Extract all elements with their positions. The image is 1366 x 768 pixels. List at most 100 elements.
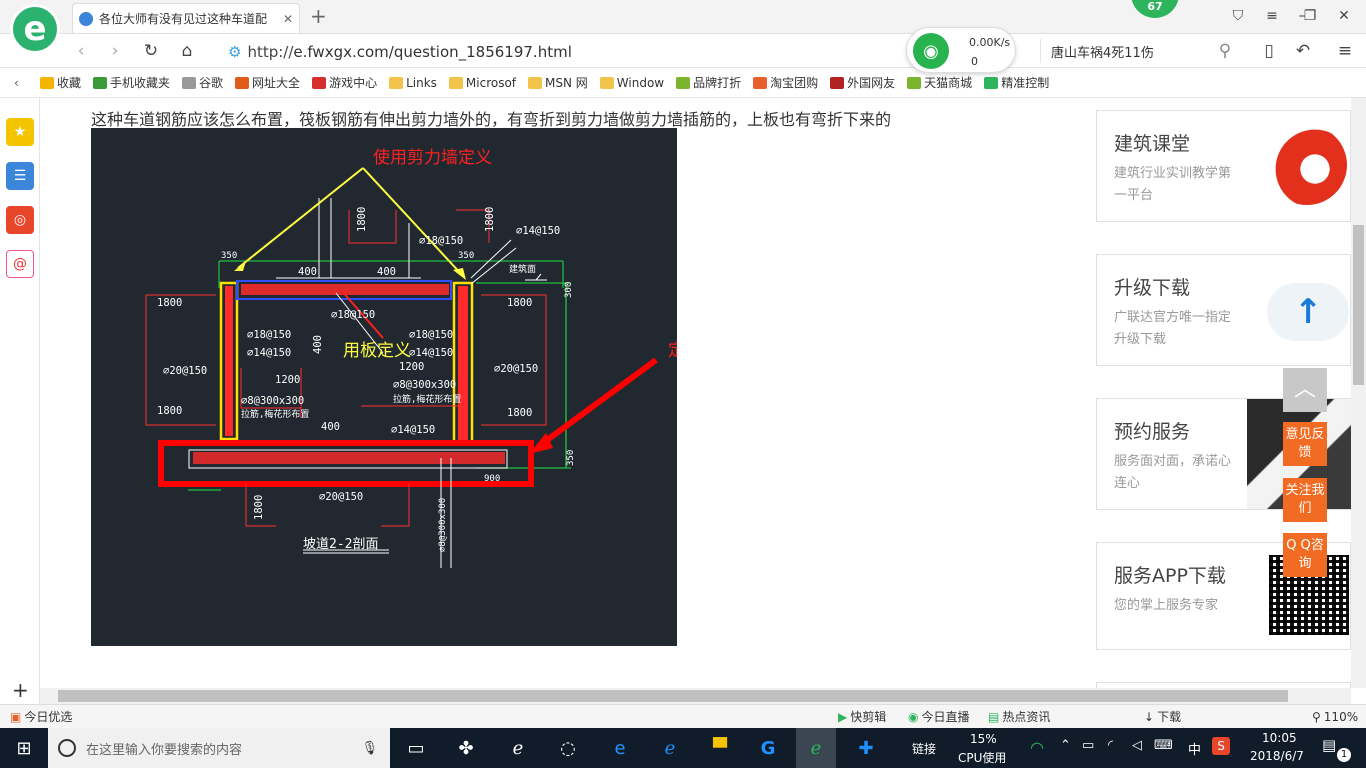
wifi-tray-icon[interactable]: ◠ xyxy=(1030,738,1044,757)
bookmark-label: 淘宝团购 xyxy=(770,76,819,90)
cpu-label: CPU使用 xyxy=(958,751,1007,765)
menu-icon[interactable]: ≡ xyxy=(1262,6,1282,26)
edge-icon[interactable]: e xyxy=(600,728,640,768)
card-building-class[interactable]: 建筑课堂 建筑行业实训教学第一平台 xyxy=(1096,110,1351,222)
notification-icon[interactable]: ▤ xyxy=(1322,736,1336,754)
live-icon: ◉ xyxy=(908,709,919,724)
qq-consult-button[interactable]: Q Q咨询 xyxy=(1283,533,1327,577)
add-sidebar-icon[interactable]: + xyxy=(12,678,29,702)
refresh-icon[interactable]: ↻ xyxy=(140,41,162,61)
home-icon[interactable]: ⌂ xyxy=(176,41,198,61)
vertical-scrollbar[interactable] xyxy=(1351,98,1366,688)
task-view-icon[interactable]: ▭ xyxy=(396,728,436,768)
status-label: 快剪辑 xyxy=(850,710,887,724)
browser-e-icon[interactable]: ℯ xyxy=(498,728,538,768)
search-box[interactable]: 唐山车祸4死11伤 xyxy=(1040,39,1240,63)
annotation-wall: 使用剪力墙定义 xyxy=(373,147,492,168)
bookmark-item[interactable]: Window xyxy=(599,76,664,90)
forward-icon[interactable]: › xyxy=(104,41,126,61)
back-icon[interactable]: ‹ xyxy=(70,41,92,61)
phone-icon[interactable]: ▯ xyxy=(1258,41,1280,61)
more-menu-icon[interactable]: ≡ xyxy=(1334,41,1356,61)
speed-count: 0 xyxy=(971,55,978,68)
bookmark-item[interactable]: 游戏中心 xyxy=(312,74,377,91)
rebar-label: ⌀8@300x300 xyxy=(241,395,304,407)
network-speed-widget[interactable]: ◉ 0.00K/s 0 xyxy=(906,27,1016,73)
undo-icon[interactable]: ↶ xyxy=(1292,41,1314,61)
restore-button[interactable]: ❐ xyxy=(1300,6,1320,26)
card-upgrade-download[interactable]: 升级下载 广联达官方唯一指定升级下载 ↑ xyxy=(1096,254,1351,366)
horizontal-scroll-thumb[interactable] xyxy=(58,690,1288,702)
bookmark-item[interactable]: 天猫商城 xyxy=(907,74,972,91)
bookmark-item[interactable]: 淘宝团购 xyxy=(753,74,818,91)
bookmark-item[interactable]: 手机收藏夹 xyxy=(93,74,170,91)
bookmark-item[interactable]: 外国网友 xyxy=(830,74,895,91)
dim-label: 1800 xyxy=(253,495,265,520)
question-text: 这种车道钢筋应该怎么布置，筏板钢筋有伸出剪力墙外的，有弯折到剪力墙做剪力墙插筋的… xyxy=(91,110,892,129)
shirt-icon[interactable]: ⛉ xyxy=(1228,6,1248,26)
status-item-live[interactable]: ◉ 今日直播 xyxy=(908,708,970,725)
swirl-app-icon[interactable]: ◌ xyxy=(548,728,588,768)
bookmark-item[interactable]: Microsof xyxy=(448,75,517,90)
bookmark-icon xyxy=(907,76,922,89)
glodon-app-icon[interactable]: G xyxy=(748,728,788,768)
annotation-slab: 用板定义 xyxy=(343,341,411,361)
dim-label: 400 xyxy=(312,335,324,354)
status-item-download[interactable]: ↓ 下载 xyxy=(1144,708,1181,725)
notification-badge[interactable]: 67 xyxy=(1131,0,1179,18)
bookmarks-back-icon[interactable]: ‹ xyxy=(14,76,19,90)
bookmark-label: Microsof xyxy=(465,75,517,90)
ime-label[interactable]: 中 xyxy=(1188,739,1201,758)
taskbar-link-label[interactable]: 链接 xyxy=(912,740,936,757)
bookmark-item[interactable]: 网址大全 xyxy=(235,74,300,91)
bookmark-item[interactable]: 谷歌 xyxy=(182,74,223,91)
rebar-label: ⌀14@150 xyxy=(247,347,291,359)
close-window-button[interactable]: ✕ xyxy=(1334,6,1354,26)
file-explorer-icon[interactable]: ▀ xyxy=(700,728,740,768)
browser-tab[interactable]: 各位大师有没有见过这种车道配 ✕ xyxy=(72,3,300,33)
tab-favicon-icon xyxy=(79,11,93,26)
ie-icon[interactable]: ℯ xyxy=(650,728,690,768)
fan-app-icon[interactable]: ✤ xyxy=(446,728,486,768)
vertical-scroll-thumb[interactable] xyxy=(1353,225,1364,385)
mail-icon[interactable]: @ xyxy=(6,250,34,278)
status-item-kuaijianji[interactable]: ▶ 快剪辑 xyxy=(838,708,886,725)
feedback-button[interactable]: 意见反馈 xyxy=(1283,422,1327,466)
clock-date[interactable]: 2018/6/7 xyxy=(1250,749,1304,763)
active-browser-icon[interactable]: ℯ xyxy=(796,728,836,768)
remote-app-icon[interactable]: ✚ xyxy=(846,728,886,768)
clock-time[interactable]: 10:05 xyxy=(1262,731,1297,745)
bookmark-item[interactable]: 精准控制 xyxy=(984,74,1049,91)
section-title: 坡道2-2剖面 xyxy=(303,537,378,552)
volume-icon[interactable]: ◁ xyxy=(1132,738,1142,753)
taskbar-search[interactable]: 在这里输入你要搜索的内容 🎙 xyxy=(48,728,390,768)
back-to-top-button[interactable]: ︿ xyxy=(1283,368,1327,412)
bookmark-item[interactable]: MSN 网 xyxy=(528,74,588,91)
bookmark-item[interactable]: 收藏 xyxy=(40,74,81,91)
rebar-label: 400 xyxy=(321,421,340,433)
news-icon[interactable]: ☰ xyxy=(6,162,34,190)
bookmark-item[interactable]: 品牌打折 xyxy=(676,74,741,91)
sogou-icon[interactable]: S xyxy=(1212,737,1230,755)
battery-icon[interactable]: ▭ xyxy=(1082,738,1094,753)
new-tab-button[interactable]: + xyxy=(310,4,327,28)
keyboard-icon[interactable]: ⌨ xyxy=(1154,738,1173,753)
weibo-icon[interactable]: ◎ xyxy=(6,206,34,234)
favorites-icon[interactable]: ★ xyxy=(6,118,34,146)
follow-us-button[interactable]: 关注我们 xyxy=(1283,478,1327,522)
bookmark-item[interactable]: Links xyxy=(389,76,437,90)
taskbar: ⊞ 在这里输入你要搜索的内容 🎙 ▭ ✤ ℯ ◌ e ℯ ▀ G ℯ ✚ 链接 … xyxy=(0,728,1366,768)
windows-start-icon[interactable]: ⊞ xyxy=(4,728,44,768)
tray-up-icon[interactable]: ⌃ xyxy=(1060,738,1071,753)
status-item-news[interactable]: ▤ 热点资讯 xyxy=(988,708,1050,725)
search-text: 唐山车祸4死11伤 xyxy=(1051,45,1154,61)
today-picks[interactable]: ▣ 今日优选 xyxy=(10,708,72,725)
network-icon[interactable]: ◜ xyxy=(1108,738,1113,753)
dim-label: 350 xyxy=(221,251,237,261)
search-icon[interactable]: ⚲ xyxy=(1214,41,1236,61)
zoom-level[interactable]: ⚲ 110% xyxy=(1312,710,1358,724)
card-desc: 服务面对面，承诺心连心 xyxy=(1114,454,1232,491)
address-bar[interactable]: ⚙ http://e.fwxgx.com/question_1856197.ht… xyxy=(228,42,908,62)
tab-close-icon[interactable]: ✕ xyxy=(283,12,293,26)
dim-label: 400 xyxy=(298,266,317,278)
